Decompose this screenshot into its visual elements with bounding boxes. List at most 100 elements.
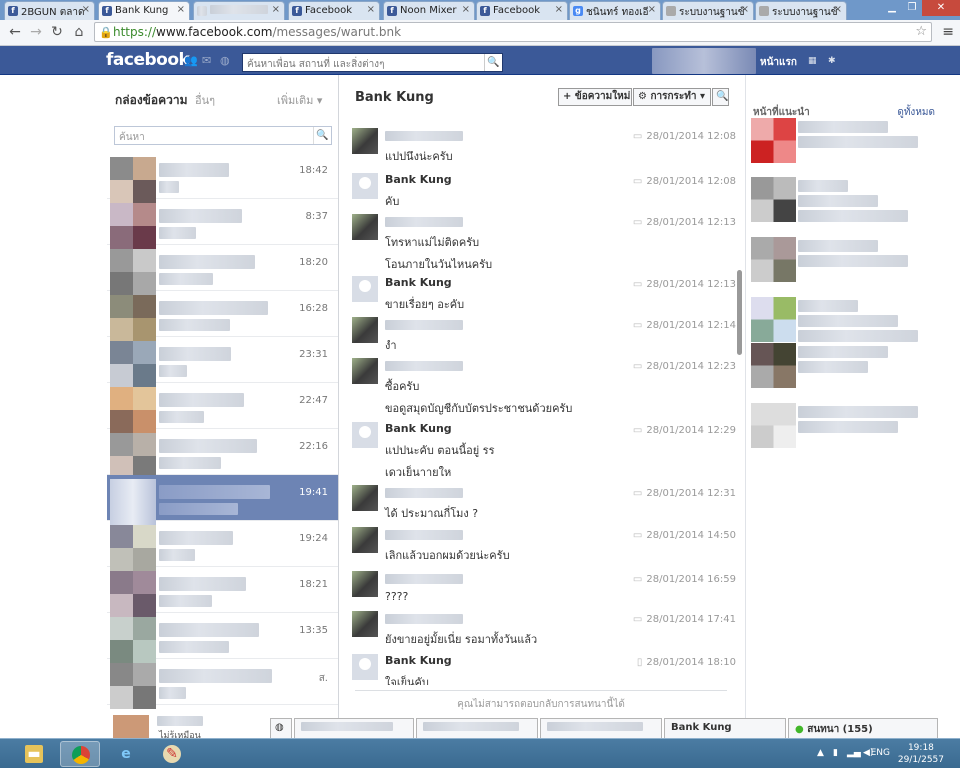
back-arrow-icon[interactable]: ← (6, 23, 24, 41)
chat-tab[interactable] (416, 718, 538, 738)
close-tab-icon[interactable]: × (367, 4, 375, 15)
chat-tab-bank-kung[interactable]: Bank Kung (664, 718, 786, 738)
close-tab-icon[interactable]: × (741, 4, 749, 15)
suggested-page-avatar[interactable] (751, 177, 796, 222)
paint-button[interactable]: ✎ (152, 741, 192, 767)
browser-tab[interactable]: f Facebook × (476, 1, 568, 20)
conversation-row[interactable]: 23:31 (107, 337, 338, 387)
browser-tab[interactable]: f 2BGUN ตลาด × (4, 1, 95, 20)
internet-explorer-button[interactable]: e (106, 741, 146, 767)
reload-icon[interactable]: ↻ (48, 23, 66, 41)
conversation-row[interactable]: 19:24 (107, 521, 338, 571)
thread-scrollbar[interactable] (737, 270, 742, 355)
avatar[interactable] (352, 128, 378, 154)
notifications-globe-icon[interactable]: ◍ (220, 54, 232, 67)
forward-arrow-icon[interactable]: → (27, 23, 45, 41)
blurred-sender-name[interactable] (385, 530, 463, 540)
messages-icon[interactable]: ✉ (202, 54, 214, 67)
browser-tab[interactable]: f Facebook × (288, 1, 380, 20)
new-message-button[interactable]: + ข้อความใหม่ (558, 88, 632, 106)
conversation-row[interactable]: ส. (107, 659, 338, 709)
suggested-page-avatar[interactable] (751, 118, 796, 163)
suggested-page-avatar[interactable] (751, 343, 796, 388)
close-tab-icon[interactable]: × (177, 4, 185, 15)
avatar[interactable] (352, 654, 378, 680)
avatar[interactable] (352, 214, 378, 240)
avatar[interactable] (352, 485, 378, 511)
sender-name[interactable]: Bank Kung (385, 276, 452, 289)
chat-globe-icon[interactable]: ◍ (270, 718, 292, 738)
search-icon[interactable]: 🔍 (484, 54, 502, 71)
blurred-sender-name[interactable] (385, 574, 463, 584)
conversation-row[interactable]: 18:42 (107, 153, 338, 203)
close-tab-icon[interactable]: × (555, 4, 563, 15)
browser-tab[interactable]: f Noon Mixer × (383, 1, 475, 20)
avatar[interactable] (352, 422, 378, 448)
conversation-row[interactable]: 19:41 (107, 475, 338, 525)
blurred-sender-name[interactable] (385, 488, 463, 498)
thread-search-button[interactable]: 🔍 (712, 88, 729, 106)
avatar[interactable] (352, 527, 378, 553)
conversation-row[interactable]: 18:20 (107, 245, 338, 295)
suggested-page-avatar[interactable] (751, 237, 796, 282)
close-tab-icon[interactable]: × (272, 4, 280, 15)
sender-name[interactable]: Bank Kung (385, 173, 452, 186)
close-tab-icon[interactable]: × (834, 4, 842, 15)
avatar[interactable] (352, 611, 378, 637)
blurred-sender-name[interactable] (385, 614, 463, 624)
blurred-sender-name[interactable] (385, 217, 463, 227)
blurred-sender-name[interactable] (385, 131, 463, 141)
conversation-search-input[interactable]: ค้นหา 🔍 (114, 126, 332, 145)
avatar[interactable] (352, 317, 378, 343)
chat-tab[interactable] (540, 718, 662, 738)
settings-gear-icon[interactable]: ✱ (828, 56, 836, 66)
chat-tab[interactable] (294, 718, 414, 738)
avatar[interactable] (352, 173, 378, 199)
inbox-tab[interactable]: กล่องข้อความ (115, 91, 188, 110)
blurred-sender-name[interactable] (385, 320, 463, 330)
conversation-row[interactable]: 8:37 (107, 199, 338, 249)
maximize-icon[interactable]: ❐ (902, 0, 922, 16)
bookmark-star-icon[interactable]: ☆ (915, 23, 927, 41)
blurred-sender-name[interactable] (385, 361, 463, 371)
facebook-logo[interactable]: facebook (106, 50, 190, 70)
see-all-link[interactable]: ดูทั้งหมด (897, 105, 935, 120)
other-tab[interactable]: อื่นๆ (195, 91, 215, 109)
actions-dropdown[interactable]: ⚙ การกระทำ ▾ (633, 88, 711, 106)
chrome-button[interactable] (60, 741, 100, 767)
clock[interactable]: 19:18 29/1/2557 (898, 742, 944, 766)
browser-menu-icon[interactable]: ≡ (942, 24, 954, 40)
conversation-row[interactable]: 22:16 (107, 429, 338, 479)
avatar[interactable] (352, 276, 378, 302)
battery-icon[interactable]: ▮ (833, 748, 838, 758)
find-friends-icon[interactable]: ▦ (808, 56, 817, 66)
suggested-page-avatar[interactable] (751, 297, 796, 342)
browser-tab-active[interactable]: f Bank Kung × (98, 1, 190, 20)
browser-tab[interactable]: ระบบงานฐานข้ × (755, 1, 847, 20)
friend-requests-icon[interactable]: 👥 (184, 54, 198, 67)
address-bar[interactable]: 🔒 https://www.facebook.com/messages/waru… (94, 22, 932, 42)
browser-tab[interactable]: ระบบงานฐานข้ × (662, 1, 754, 20)
home-icon[interactable]: ⌂ (70, 23, 88, 41)
conversation-row[interactable]: 22:47 (107, 383, 338, 433)
home-link[interactable]: หน้าแรก (760, 55, 797, 70)
minimize-icon[interactable]: ▁ (882, 0, 902, 16)
avatar[interactable] (352, 358, 378, 384)
avatar[interactable] (352, 571, 378, 597)
conversation-row[interactable]: 13:35 (107, 613, 338, 663)
suggested-page-avatar[interactable] (751, 403, 796, 448)
close-tab-icon[interactable]: × (82, 4, 90, 15)
browser-tab[interactable]: g ชนินทร์ ทองเอี × (569, 1, 661, 20)
close-window-icon[interactable]: ✕ (922, 0, 960, 16)
sender-name[interactable]: Bank Kung (385, 422, 452, 435)
facebook-search-input[interactable]: ค้นหาเพื่อน สถานที่ และสิ่งต่างๆ 🔍 (242, 53, 503, 72)
more-dropdown[interactable]: เพิ่มเติม ▾ (277, 91, 322, 109)
close-tab-icon[interactable]: × (462, 4, 470, 15)
conversation-row[interactable]: 16:28 (107, 291, 338, 341)
tray-expand-icon[interactable]: ▲ (817, 748, 824, 758)
input-language-indicator[interactable]: ENG (871, 748, 890, 758)
search-icon[interactable]: 🔍 (313, 127, 331, 144)
chat-online-button[interactable]: ● สนทนา (155) (788, 718, 938, 738)
conversation-row[interactable]: 18:21 (107, 567, 338, 617)
profile-link[interactable] (652, 48, 756, 74)
